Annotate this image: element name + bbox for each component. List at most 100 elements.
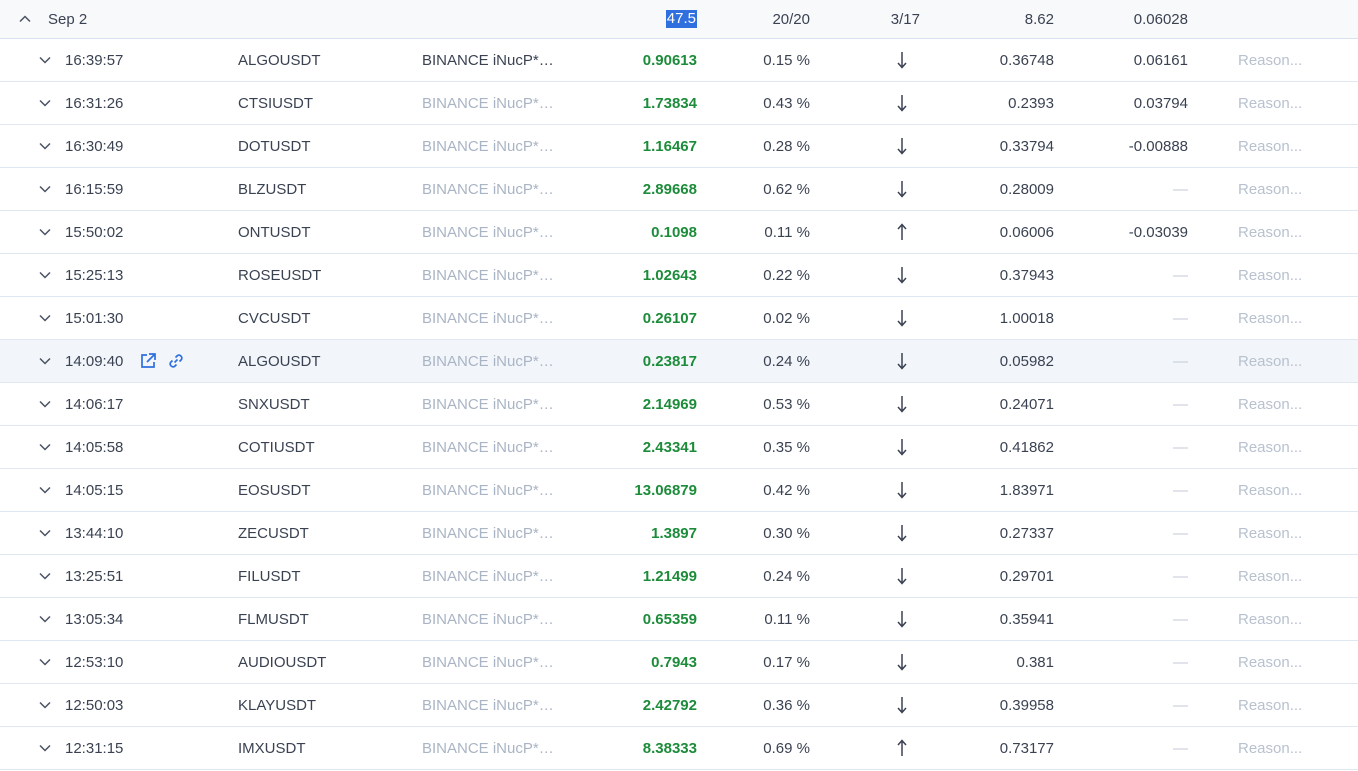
- external-link-icon[interactable]: [138, 351, 158, 371]
- row-percent: 0.17 %: [763, 653, 810, 671]
- row-reason-input[interactable]: Reason...: [1238, 254, 1302, 296]
- chevron-up-icon[interactable]: [16, 0, 34, 38]
- row-value-1: 0.33794: [999, 137, 1054, 155]
- row-reason-input[interactable]: Reason...: [1238, 82, 1302, 124]
- row-value-2: 0.03794: [1133, 94, 1188, 112]
- chevron-down-icon[interactable]: [36, 168, 54, 210]
- row-reason-input[interactable]: Reason...: [1238, 125, 1302, 167]
- table-row[interactable]: 16:15:59 BLZUSDT BINANCE iNucP*… 2.89668 0.6…: [0, 168, 1358, 211]
- row-source-text: BINANCE iNucP*…: [422, 696, 554, 714]
- row-value-2: —: [1173, 696, 1188, 714]
- chevron-down-icon[interactable]: [36, 297, 54, 339]
- row-source-text: BINANCE iNucP*…: [422, 524, 554, 542]
- arrow-down-icon: [890, 383, 914, 425]
- chevron-down-icon[interactable]: [36, 125, 54, 167]
- row-actions: [138, 340, 186, 382]
- row-source: BINANCE iNucP*…: [422, 383, 558, 425]
- chevron-down-icon[interactable]: [36, 211, 54, 253]
- chevron-down-icon[interactable]: [36, 82, 54, 124]
- row-symbol: AUDIOUSDT: [238, 653, 327, 671]
- row-value-2: —: [1173, 739, 1188, 757]
- table-row[interactable]: 15:01:30 CVCUSDT BINANCE iNucP*… 0.26107 0.0…: [0, 297, 1358, 340]
- row-reason-input[interactable]: Reason...: [1238, 598, 1302, 640]
- row-reason-input[interactable]: Reason...: [1238, 383, 1302, 425]
- group-header[interactable]: Sep 2 47.5 20/20 3/17 8.62 0.06028: [0, 0, 1358, 39]
- chevron-down-icon[interactable]: [36, 684, 54, 726]
- row-symbol: ONTUSDT: [238, 223, 311, 241]
- table-row[interactable]: 16:31:26 CTSIUSDT BINANCE iNucP*… 1.73834 0.…: [0, 82, 1358, 125]
- row-reason-input[interactable]: Reason...: [1238, 555, 1302, 597]
- row-source: BINANCE iNucP*…: [422, 469, 558, 511]
- table-row[interactable]: 13:44:10 ZECUSDT BINANCE iNucP*… 1.3897 0.30…: [0, 512, 1358, 555]
- chevron-down-icon[interactable]: [36, 383, 54, 425]
- arrow-up-icon: [890, 727, 914, 769]
- row-symbol: FLMUSDT: [238, 610, 309, 628]
- row-value-2: —: [1173, 180, 1188, 198]
- chevron-down-icon[interactable]: [36, 555, 54, 597]
- table-row[interactable]: 14:05:15 EOSUSDT BINANCE iNucP*… 13.06879 0.…: [0, 469, 1358, 512]
- table-row[interactable]: 13:25:51 FILUSDT BINANCE iNucP*… 1.21499 0.2…: [0, 555, 1358, 598]
- table-row[interactable]: 13:05:34 FLMUSDT BINANCE iNucP*… 0.65359 0.1…: [0, 598, 1358, 641]
- row-source-text: BINANCE iNucP*…: [422, 94, 554, 112]
- row-time: 12:50:03: [65, 696, 124, 714]
- chevron-down-icon[interactable]: [36, 254, 54, 296]
- row-reason-input[interactable]: Reason...: [1238, 426, 1302, 468]
- table-row[interactable]: 15:50:02 ONTUSDT BINANCE iNucP*… 0.1098 0.11…: [0, 211, 1358, 254]
- row-price: 0.26107: [642, 309, 697, 327]
- row-symbol: EOSUSDT: [238, 481, 311, 499]
- row-symbol: IMXUSDT: [238, 739, 306, 757]
- chevron-down-icon[interactable]: [36, 469, 54, 511]
- row-symbol: ROSEUSDT: [238, 266, 322, 284]
- chevron-down-icon[interactable]: [36, 727, 54, 769]
- row-source: BINANCE iNucP*…: [422, 254, 558, 296]
- row-value-1: 0.35941: [999, 610, 1054, 628]
- row-time: 12:31:15: [65, 739, 124, 757]
- row-source: BINANCE iNucP*…: [422, 39, 558, 81]
- row-symbol: ALGOUSDT: [238, 51, 321, 69]
- chevron-down-icon[interactable]: [36, 426, 54, 468]
- row-reason-input[interactable]: Reason...: [1238, 39, 1302, 81]
- row-reason-input[interactable]: Reason...: [1238, 641, 1302, 683]
- row-value-1: 0.27337: [999, 524, 1054, 542]
- arrow-down-icon: [890, 684, 914, 726]
- table-row[interactable]: 16:39:57 ALGOUSDT BINANCE iNucP*… 0.90613 0.…: [0, 39, 1358, 82]
- row-reason-input[interactable]: Reason...: [1238, 168, 1302, 210]
- link-icon[interactable]: [166, 351, 186, 371]
- row-price: 1.73834: [642, 94, 697, 112]
- row-reason-input[interactable]: Reason...: [1238, 340, 1302, 382]
- chevron-down-icon[interactable]: [36, 340, 54, 382]
- table-row[interactable]: 14:05:58 COTIUSDT BINANCE iNucP*… 2.43341 0.…: [0, 426, 1358, 469]
- chevron-down-icon[interactable]: [36, 641, 54, 683]
- row-reason-input[interactable]: Reason...: [1238, 469, 1302, 511]
- row-symbol: COTIUSDT: [238, 438, 315, 456]
- row-reason-input[interactable]: Reason...: [1238, 684, 1302, 726]
- table-row[interactable]: 15:25:13 ROSEUSDT BINANCE iNucP*… 1.02643 0.…: [0, 254, 1358, 297]
- row-price: 2.43341: [642, 438, 697, 456]
- row-source-text: BINANCE iNucP*…: [422, 223, 554, 241]
- row-value-2: —: [1173, 352, 1188, 370]
- table-row[interactable]: 14:09:40 ALGOUSDT BINANCE iNucP*… 0.23817 0.…: [0, 340, 1358, 383]
- chevron-down-icon[interactable]: [36, 512, 54, 554]
- row-source-text: BINANCE iNucP*…: [422, 309, 554, 327]
- table-row[interactable]: 16:30:49 DOTUSDT BINANCE iNucP*… 1.16467 0.2…: [0, 125, 1358, 168]
- table-row[interactable]: 12:50:03 KLAYUSDT BINANCE iNucP*… 2.42792 0.…: [0, 684, 1358, 727]
- arrow-down-icon: [890, 254, 914, 296]
- row-reason-input[interactable]: Reason...: [1238, 211, 1302, 253]
- row-source-text: BINANCE iNucP*…: [422, 481, 554, 499]
- row-reason-input[interactable]: Reason...: [1238, 297, 1302, 339]
- row-reason-input[interactable]: Reason...: [1238, 512, 1302, 554]
- row-value-1: 0.73177: [999, 739, 1054, 757]
- table-row[interactable]: 12:31:15 IMXUSDT BINANCE iNucP*… 8.38333 0.6…: [0, 727, 1358, 770]
- row-percent: 0.15 %: [763, 51, 810, 69]
- row-source: BINANCE iNucP*…: [422, 641, 558, 683]
- row-value-2: —: [1173, 567, 1188, 585]
- table-row[interactable]: 14:06:17 SNXUSDT BINANCE iNucP*… 2.14969 0.5…: [0, 383, 1358, 426]
- arrow-up-icon: [890, 211, 914, 253]
- row-reason-input[interactable]: Reason...: [1238, 727, 1302, 769]
- chevron-down-icon[interactable]: [36, 598, 54, 640]
- chevron-down-icon[interactable]: [36, 39, 54, 81]
- row-symbol: DOTUSDT: [238, 137, 311, 155]
- table-row[interactable]: 12:53:10 AUDIOUSDT BINANCE iNucP*… 0.7943 0.…: [0, 641, 1358, 684]
- row-percent: 0.62 %: [763, 180, 810, 198]
- row-value-2: -0.00888: [1128, 137, 1188, 155]
